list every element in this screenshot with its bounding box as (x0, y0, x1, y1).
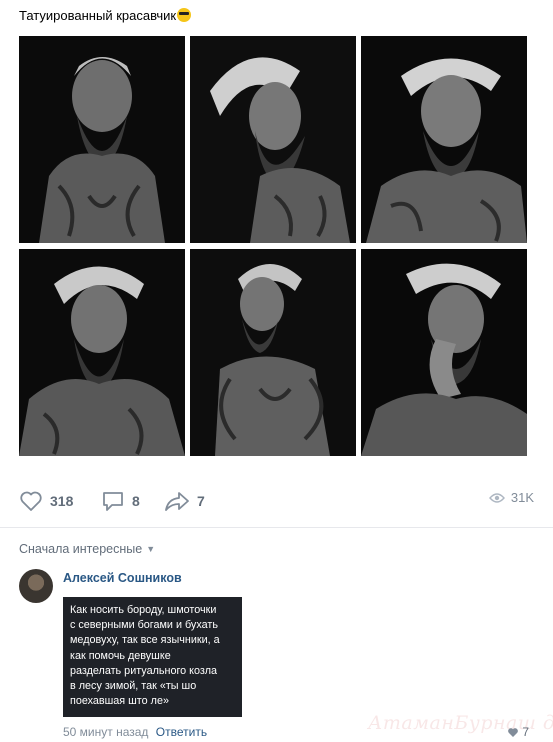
photo-3[interactable] (361, 36, 527, 243)
chevron-down-icon: ▼ (146, 544, 156, 554)
comment-meta: 50 минут назад Ответить (63, 725, 207, 739)
photo-2[interactable] (190, 36, 356, 243)
views-counter: 31K (488, 490, 534, 505)
share-count: 7 (197, 493, 205, 509)
like-button[interactable]: 318 (19, 490, 73, 512)
post-text: Татуированный красавчик (19, 8, 192, 23)
share-icon (165, 492, 189, 511)
comment-icon (103, 492, 123, 511)
post-text-label: Татуированный красавчик (19, 8, 177, 23)
comment-count: 8 (132, 493, 140, 509)
sunglasses-emoji-icon (177, 8, 192, 22)
comment-button[interactable]: 8 (101, 490, 140, 512)
sort-label: Сначала интересные (19, 542, 143, 556)
photo-6[interactable] (361, 249, 527, 456)
comment-sort-dropdown[interactable]: Сначала интересные ▼ (19, 542, 155, 556)
views-count: 31K (510, 490, 534, 505)
post-actions: 318 8 7 31K (19, 490, 534, 516)
avatar[interactable] (19, 569, 53, 603)
divider (0, 527, 553, 528)
comment-like-count: 7 (522, 725, 529, 739)
eye-icon (488, 492, 505, 503)
comment-author[interactable]: Алексей Сошников (63, 571, 182, 585)
comment-like-button[interactable]: 7 (507, 725, 529, 739)
photo-5[interactable] (190, 249, 356, 456)
heart-icon (20, 491, 42, 511)
reply-link[interactable]: Ответить (156, 725, 207, 739)
comment-image[interactable]: Как носить бороду, шмоточки с северными … (63, 597, 242, 717)
photo-4[interactable] (19, 249, 185, 456)
heart-icon (508, 727, 519, 737)
comment-image-text: Как носить бороду, шмоточки с северными … (70, 604, 220, 708)
photo-grid (19, 36, 527, 456)
share-button[interactable]: 7 (164, 490, 205, 512)
photo-1[interactable] (19, 36, 185, 243)
like-count: 318 (50, 493, 74, 509)
comment-time[interactable]: 50 минут назад (63, 725, 148, 739)
